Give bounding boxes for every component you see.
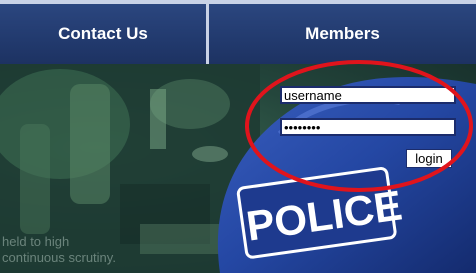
login-form: login (248, 64, 476, 184)
password-input[interactable] (280, 118, 456, 136)
police-badge-text: POLICE (244, 181, 405, 249)
tagline-line-2: continuous scrutiny. (2, 250, 116, 265)
nav-members[interactable]: Members (209, 4, 476, 64)
nav-contact-us[interactable]: Contact Us (0, 4, 206, 64)
hero-tagline: held to high continuous scrutiny. (2, 234, 202, 266)
top-nav: Contact Us Members (0, 0, 476, 68)
tagline-line-1: held to high (2, 234, 70, 249)
username-input[interactable] (280, 86, 456, 104)
login-button[interactable]: login (406, 149, 452, 168)
page: Contact Us Members POLICE held to high c… (0, 0, 476, 273)
